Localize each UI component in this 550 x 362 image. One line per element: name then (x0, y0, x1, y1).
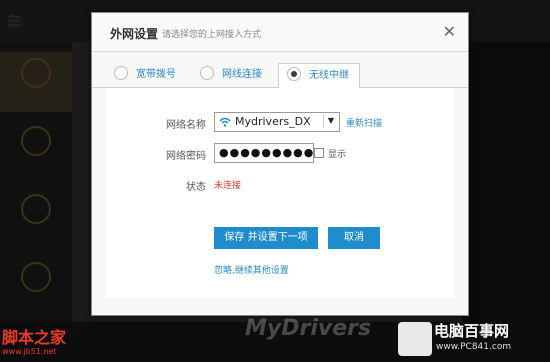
ssid-label: 网络名称 (166, 120, 206, 131)
status-label: 状态 (186, 182, 206, 193)
watermark-right-text: 电脑百事网 (434, 322, 510, 340)
tab-label: 网线连接 (222, 69, 262, 80)
radio-icon (200, 66, 214, 80)
watermark-left: 脚本之家 www.jb51.net (2, 324, 66, 356)
dialog-header: 外网设置 请选择您的上网接入方式 ✕ (92, 13, 468, 52)
watermark-right-url: www.PC841.com (436, 342, 512, 352)
watermark-right: 电脑百事网 www.PC841.com (398, 318, 548, 360)
show-password-checkbox[interactable] (314, 148, 324, 158)
rescan-link[interactable]: 重新扫描 (346, 116, 382, 129)
connection-type-tabs: 宽带拨号 网线连接 无线中继 (92, 63, 468, 89)
radio-icon (114, 66, 128, 80)
dialog-title: 外网设置 (110, 27, 159, 41)
save-next-button[interactable]: 保存 并设置下一项 (214, 227, 318, 249)
tab-label: 宽带拨号 (136, 69, 176, 80)
watermark-left-text: 脚本之家 (2, 328, 67, 347)
password-label: 网络密码 (166, 151, 206, 162)
cancel-button[interactable]: 取消 (328, 227, 380, 249)
tab-label: 无线中继 (309, 70, 349, 81)
watermark-logo (398, 322, 432, 356)
wan-settings-dialog: 外网设置 请选择您的上网接入方式 ✕ 宽带拨号 网线连接 无线中继 网络名称 M… (91, 12, 469, 316)
close-icon[interactable]: ✕ (443, 22, 456, 41)
password-input[interactable]: ●●●●●●●●●●●● (214, 143, 314, 163)
show-password-label: 显示 (328, 150, 347, 160)
dialog-subtitle: 请选择您的上网接入方式 (162, 30, 262, 40)
status-value: 未连接 (214, 181, 242, 191)
tab-wireless-relay[interactable]: 无线中继 (278, 63, 360, 89)
relay-settings-panel: 网络名称 Mydrivers_DX ▼ 重新扫描 网络密码 ●●●●●●●●●●… (106, 88, 454, 298)
wifi-icon (219, 117, 231, 127)
tab-wired[interactable]: 网线连接 (200, 63, 262, 87)
watermark-left-url: www.jb51.net (2, 347, 57, 356)
chevron-down-icon[interactable]: ▼ (323, 114, 338, 128)
watermark-center: MyDrivers (245, 316, 372, 341)
ssid-select[interactable]: Mydrivers_DX ▼ (214, 112, 340, 132)
skip-link[interactable]: 忽略,继续其他设置 (214, 263, 289, 276)
radio-selected-icon (287, 67, 301, 81)
tab-pppoe[interactable]: 宽带拨号 (114, 63, 176, 87)
ssid-value: Mydrivers_DX (235, 115, 311, 128)
